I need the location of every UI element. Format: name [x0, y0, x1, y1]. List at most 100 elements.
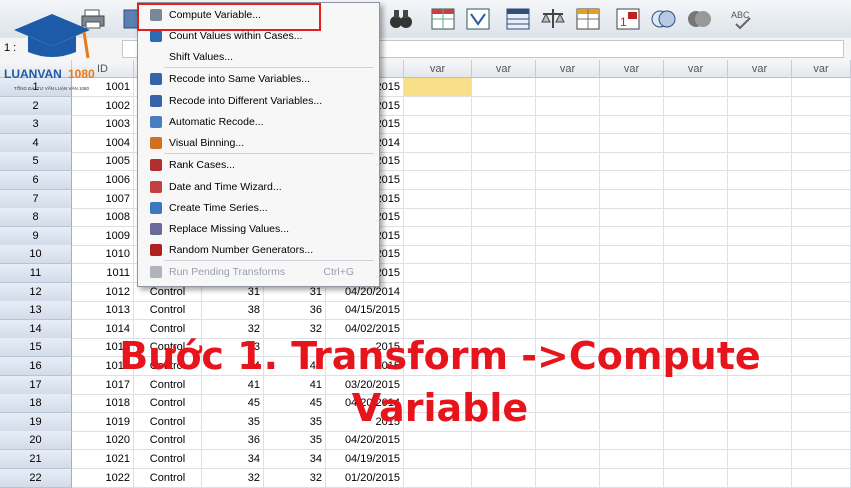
- cell-empty[interactable]: [664, 78, 728, 97]
- row-number[interactable]: 21: [0, 450, 72, 469]
- cell-empty[interactable]: [728, 468, 792, 488]
- row-number[interactable]: 9: [0, 226, 72, 246]
- cell-empty[interactable]: [664, 189, 728, 209]
- cell-date[interactable]: 04/20/2015: [326, 431, 404, 451]
- cell-empty[interactable]: [600, 78, 664, 97]
- cell-empty[interactable]: [472, 301, 536, 321]
- row-number[interactable]: 11: [0, 264, 72, 283]
- cell-empty[interactable]: [404, 152, 472, 172]
- cell-empty[interactable]: [792, 78, 851, 97]
- cell-empty[interactable]: [472, 171, 536, 190]
- column-header-var[interactable]: var: [664, 60, 728, 78]
- cell-empty[interactable]: [728, 226, 792, 246]
- column-header-var[interactable]: var: [472, 60, 536, 78]
- cell-empty[interactable]: [728, 152, 792, 172]
- cell-empty[interactable]: [664, 115, 728, 135]
- column-header-var[interactable]: var: [728, 60, 792, 78]
- cell-empty[interactable]: [792, 245, 851, 265]
- cell-empty[interactable]: [472, 468, 536, 488]
- cell-empty[interactable]: [664, 152, 728, 172]
- cell-empty[interactable]: [404, 264, 472, 283]
- cell-empty[interactable]: [600, 208, 664, 228]
- row-number[interactable]: 8: [0, 208, 72, 228]
- cell-empty[interactable]: [600, 264, 664, 283]
- cell-empty[interactable]: [792, 152, 851, 172]
- cell-empty[interactable]: [792, 133, 851, 153]
- column-header-var[interactable]: var: [600, 60, 664, 78]
- cell-empty[interactable]: [404, 78, 472, 97]
- cell-empty[interactable]: [536, 189, 600, 209]
- row-number[interactable]: 13: [0, 301, 72, 321]
- cell-group[interactable]: Control: [134, 431, 202, 451]
- cell-id[interactable]: 1009: [72, 226, 134, 246]
- cell-group[interactable]: Control: [134, 468, 202, 488]
- cell-empty[interactable]: [664, 431, 728, 451]
- cell-empty[interactable]: [404, 301, 472, 321]
- cell-id[interactable]: 1012: [72, 282, 134, 302]
- cell-post[interactable]: 35: [264, 431, 326, 451]
- find-binoculars-icon[interactable]: [388, 6, 414, 32]
- cell-empty[interactable]: [600, 115, 664, 135]
- menu-item-random-number-generators[interactable]: Random Number Generators...: [140, 240, 376, 260]
- cell-empty[interactable]: [404, 189, 472, 209]
- cell-empty[interactable]: [728, 431, 792, 451]
- menu-item-recode-into-different-variables[interactable]: Recode into Different Variables...: [140, 91, 376, 111]
- cell-empty[interactable]: [792, 171, 851, 190]
- cell-empty[interactable]: [600, 96, 664, 116]
- cell-empty[interactable]: [404, 468, 472, 488]
- select-cases-icon[interactable]: [575, 6, 601, 32]
- cell-empty[interactable]: [664, 282, 728, 302]
- menu-item-shift-values[interactable]: Shift Values...: [140, 47, 376, 67]
- cell-id[interactable]: 1008: [72, 208, 134, 228]
- cell-empty[interactable]: [536, 282, 600, 302]
- cell-empty[interactable]: [404, 450, 472, 469]
- cell-empty[interactable]: [536, 431, 600, 451]
- cell-post[interactable]: 32: [264, 468, 326, 488]
- cell-empty[interactable]: [404, 115, 472, 135]
- menu-item-create-time-series[interactable]: Create Time Series...: [140, 198, 376, 218]
- insert-variable-icon[interactable]: [465, 6, 491, 32]
- cell-empty[interactable]: [728, 282, 792, 302]
- cell-empty[interactable]: [728, 133, 792, 153]
- menu-item-recode-into-same-variables[interactable]: Recode into Same Variables...: [140, 69, 376, 89]
- cell-empty[interactable]: [728, 96, 792, 116]
- row-number[interactable]: 5: [0, 152, 72, 172]
- cell-empty[interactable]: [728, 189, 792, 209]
- cell-empty[interactable]: [792, 189, 851, 209]
- row-number[interactable]: 2: [0, 96, 72, 116]
- cell-empty[interactable]: [600, 450, 664, 469]
- cell-empty[interactable]: [404, 208, 472, 228]
- value-labels-icon[interactable]: 1: [615, 6, 641, 32]
- menu-item-run-pending-transforms[interactable]: Run Pending Transforms Ctrl+G: [140, 262, 376, 282]
- insert-cases-icon[interactable]: [430, 6, 456, 32]
- cell-empty[interactable]: [472, 226, 536, 246]
- cell-empty[interactable]: [600, 282, 664, 302]
- row-number[interactable]: 7: [0, 189, 72, 209]
- cell-id[interactable]: 1006: [72, 171, 134, 190]
- cell-empty[interactable]: [664, 450, 728, 469]
- cell-empty[interactable]: [664, 171, 728, 190]
- menu-item-rank-cases[interactable]: Rank Cases...: [140, 155, 376, 175]
- cell-empty[interactable]: [536, 96, 600, 116]
- cell-empty[interactable]: [664, 133, 728, 153]
- use-variable-sets-icon[interactable]: [650, 6, 676, 32]
- cell-empty[interactable]: [536, 245, 600, 265]
- cell-empty[interactable]: [404, 245, 472, 265]
- cell-empty[interactable]: [536, 152, 600, 172]
- cell-date[interactable]: 04/19/2015: [326, 450, 404, 469]
- cell-empty[interactable]: [664, 245, 728, 265]
- cell-empty[interactable]: [472, 431, 536, 451]
- cell-empty[interactable]: [600, 301, 664, 321]
- cell-empty[interactable]: [728, 171, 792, 190]
- cell-post[interactable]: 36: [264, 301, 326, 321]
- split-file-icon[interactable]: [505, 6, 531, 32]
- cell-empty[interactable]: [404, 282, 472, 302]
- cell-id[interactable]: 1022: [72, 468, 134, 488]
- column-header-var[interactable]: var: [404, 60, 472, 78]
- cell-empty[interactable]: [404, 226, 472, 246]
- cell-empty[interactable]: [664, 468, 728, 488]
- cell-empty[interactable]: [792, 226, 851, 246]
- show-all-variables-icon[interactable]: [686, 6, 712, 32]
- cell-empty[interactable]: [536, 171, 600, 190]
- cell-empty[interactable]: [536, 301, 600, 321]
